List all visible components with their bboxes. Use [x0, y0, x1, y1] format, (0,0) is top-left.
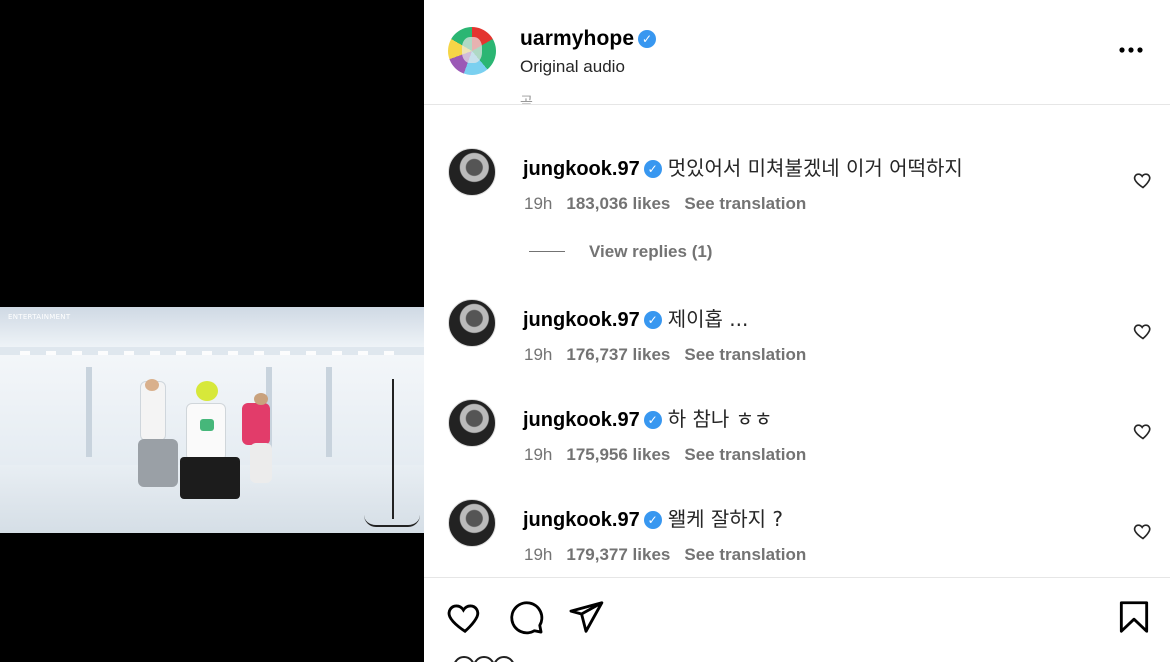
- heart-icon[interactable]: [446, 598, 484, 636]
- see-translation-link[interactable]: See translation: [684, 345, 806, 364]
- post-viewer: ENTERTAINMENT uarmyhope ✓ Original audio…: [0, 0, 1170, 662]
- clipped-caption-fragment: 곰: [520, 94, 533, 104]
- comment-avatar[interactable]: [448, 148, 496, 196]
- mic-stand-base: [364, 515, 420, 527]
- view-replies-button[interactable]: View replies (1): [529, 242, 712, 262]
- heart-icon[interactable]: [1133, 421, 1153, 441]
- mic-stand: [392, 379, 394, 519]
- comment-text: 하 참나 ㅎㅎ: [667, 407, 773, 431]
- dancer-left-legs: [138, 439, 178, 487]
- comment-time[interactable]: 19h: [524, 345, 552, 364]
- comment-time[interactable]: 19h: [524, 445, 552, 464]
- verified-badge-icon: ✓: [638, 30, 657, 48]
- see-translation-link[interactable]: See translation: [684, 445, 806, 464]
- comment-item: jungkook.97 ✓ 하 참나 ㅎㅎ 19h 175,956 likes See …: [424, 399, 1170, 479]
- dancer-center-print: [200, 419, 214, 431]
- comment-body: jungkook.97 ✓ 제이홉 ...: [523, 303, 748, 332]
- heart-icon[interactable]: [1133, 321, 1153, 341]
- comment-time[interactable]: 19h: [524, 545, 552, 564]
- comment-username[interactable]: jungkook.97: [523, 309, 640, 331]
- verified-badge-icon: ✓: [643, 160, 662, 178]
- replies-divider: [529, 251, 565, 252]
- comment-avatar[interactable]: [448, 299, 496, 347]
- heart-icon[interactable]: [1133, 170, 1153, 190]
- see-translation-link[interactable]: See translation: [684, 194, 806, 213]
- more-options-button[interactable]: [1117, 38, 1145, 62]
- comment-text: 왤케 잘하지 ?: [667, 507, 784, 531]
- owner-avatar[interactable]: [448, 27, 496, 75]
- comment-icon[interactable]: [507, 598, 545, 636]
- comment-username[interactable]: jungkook.97: [523, 409, 640, 431]
- dancer-center-hat: [196, 381, 218, 401]
- send-icon[interactable]: [567, 598, 605, 636]
- media-panel: ENTERTAINMENT: [0, 0, 424, 662]
- bookmark-icon[interactable]: [1115, 598, 1153, 636]
- comment-likes[interactable]: 175,956 likes: [566, 445, 670, 464]
- video-brand-text: ENTERTAINMENT: [8, 313, 71, 321]
- comment-item: jungkook.97 ✓ 제이홉 ... 19h 176,737 likes See …: [424, 299, 1170, 379]
- dancer-center-body: [186, 403, 226, 461]
- more-horizontal-icon: [1119, 47, 1143, 53]
- comment-username[interactable]: jungkook.97: [523, 509, 640, 531]
- comments-panel: uarmyhope ✓ Original audio 곰 jungkook.97 ✓…: [424, 0, 1170, 662]
- dancer-right-head: [254, 393, 268, 405]
- video-wall-panel: [86, 367, 92, 457]
- comment-likes[interactable]: 179,377 likes: [566, 545, 670, 564]
- verified-badge-icon: ✓: [643, 311, 662, 329]
- comment-body: jungkook.97 ✓ 멋있어서 미쳐불겠네 이거 어떡하지: [523, 152, 963, 181]
- comment-likes[interactable]: 176,737 likes: [566, 345, 670, 364]
- comment-item: jungkook.97 ✓ 왤케 잘하지 ? 19h 179,377 likes See…: [424, 499, 1170, 576]
- comment-avatar[interactable]: [448, 499, 496, 547]
- comment-text: 멋있어서 미쳐불겠네 이거 어떡하지: [667, 156, 963, 180]
- audio-label[interactable]: Original audio: [520, 57, 625, 77]
- comment-body: jungkook.97 ✓ 왤케 잘하지 ?: [523, 503, 783, 532]
- see-translation-link[interactable]: See translation: [684, 545, 806, 564]
- video-ceiling: ENTERTAINMENT: [0, 307, 424, 347]
- verified-badge-icon: ✓: [643, 411, 662, 429]
- comment-meta: 19h 176,737 likes See translation: [524, 345, 820, 365]
- verified-badge-icon: ✓: [643, 511, 662, 529]
- heart-icon[interactable]: [1133, 521, 1153, 541]
- comment-username[interactable]: jungkook.97: [523, 158, 640, 180]
- post-header: uarmyhope ✓ Original audio 곰: [424, 0, 1170, 105]
- video-wall-panel: [326, 367, 332, 457]
- comment-meta: 19h 183,036 likes See translation: [524, 194, 820, 214]
- comment-avatar[interactable]: [448, 399, 496, 447]
- comments-list[interactable]: jungkook.97 ✓ 멋있어서 미쳐불겠네 이거 어떡하지 19h 183,03…: [424, 106, 1170, 576]
- liked-by-avatars-peek: [454, 656, 514, 662]
- owner-username-text[interactable]: uarmyhope: [520, 27, 634, 50]
- dancer-center-legs: [180, 457, 240, 499]
- comment-body: jungkook.97 ✓ 하 참나 ㅎㅎ: [523, 403, 772, 432]
- dancer-right-legs: [250, 443, 272, 483]
- action-bar: [424, 577, 1170, 662]
- dancer-left-head: [145, 379, 159, 391]
- view-replies-label[interactable]: View replies (1): [589, 242, 712, 261]
- comment-likes[interactable]: 183,036 likes: [566, 194, 670, 213]
- comment-item: jungkook.97 ✓ 멋있어서 미쳐불겠네 이거 어떡하지 19h 183,03…: [424, 148, 1170, 228]
- comment-text: 제이홉 ...: [667, 307, 749, 331]
- dancer-right-body: [242, 403, 270, 445]
- comment-time[interactable]: 19h: [524, 194, 552, 213]
- owner-username[interactable]: uarmyhope ✓: [520, 27, 657, 51]
- comment-meta: 19h 175,956 likes See translation: [524, 445, 820, 465]
- video-player[interactable]: ENTERTAINMENT: [0, 307, 424, 533]
- comment-meta: 19h 179,377 likes See translation: [524, 545, 820, 565]
